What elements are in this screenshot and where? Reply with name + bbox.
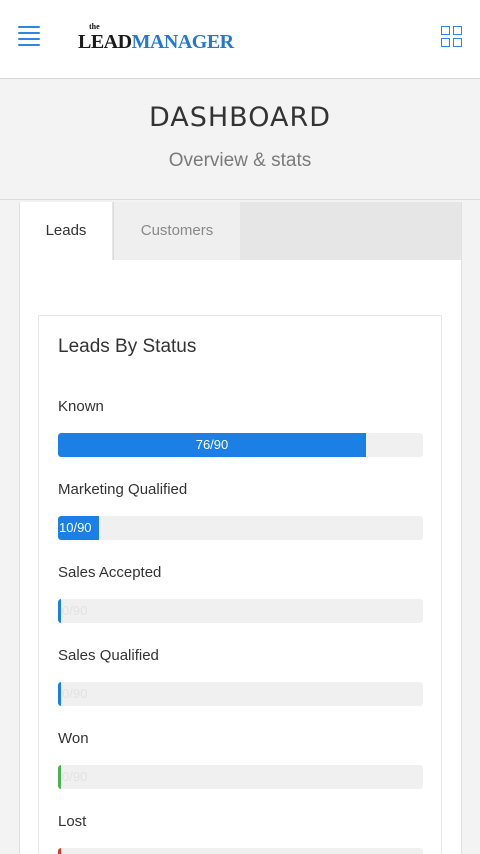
status-label: Sales Qualified [58,647,159,664]
status-label: Marketing Qualified [58,481,188,498]
page-subtitle: Overview & stats [168,150,312,171]
top-navbar: the LEAD MANAGER [0,0,480,79]
status-progress-fill [58,765,61,789]
status-progress-text: 0/90 [62,769,88,784]
status-progress-fill [58,599,61,623]
status-progress-text: 0/90 [62,686,88,701]
page-title: DASHBOARD [148,102,332,133]
status-progress-fill [58,682,61,706]
status-label: Lost [58,813,87,830]
status-progress-bar: 0/90 [58,848,423,854]
status-label: Won [58,730,89,747]
grid-apps-icon[interactable] [441,26,463,48]
hamburger-menu-icon[interactable] [18,26,40,46]
status-progress-bar: 0/90 [58,682,423,706]
status-progress-text: 0/90 [62,603,88,618]
tab-bar: Leads Customers [20,202,461,260]
tab-customers[interactable]: Customers [113,202,240,260]
status-label: Sales Accepted [58,564,162,581]
logo-the-text: the [89,22,100,31]
status-progress-bar: 0/90 [58,599,423,623]
card-title: Leads By Status [58,336,197,357]
tab-leads[interactable]: Leads [20,202,112,260]
status-progress-bar: 10/90 [58,516,423,540]
status-progress-text: 10/90 [59,520,92,535]
logo-lead-text: LEAD [78,31,132,53]
status-progress-text: 0/90 [62,848,87,854]
status-label: Known [58,398,104,415]
status-progress-text: 76/90 [195,437,229,452]
logo-manager-text: MANAGER [131,31,235,53]
header-divider [0,199,480,200]
status-progress-bar: 76/90 [58,433,423,457]
app-logo[interactable]: the LEAD MANAGER [78,22,234,52]
status-progress-fill [58,848,61,854]
status-progress-bar: 0/90 [58,765,423,789]
